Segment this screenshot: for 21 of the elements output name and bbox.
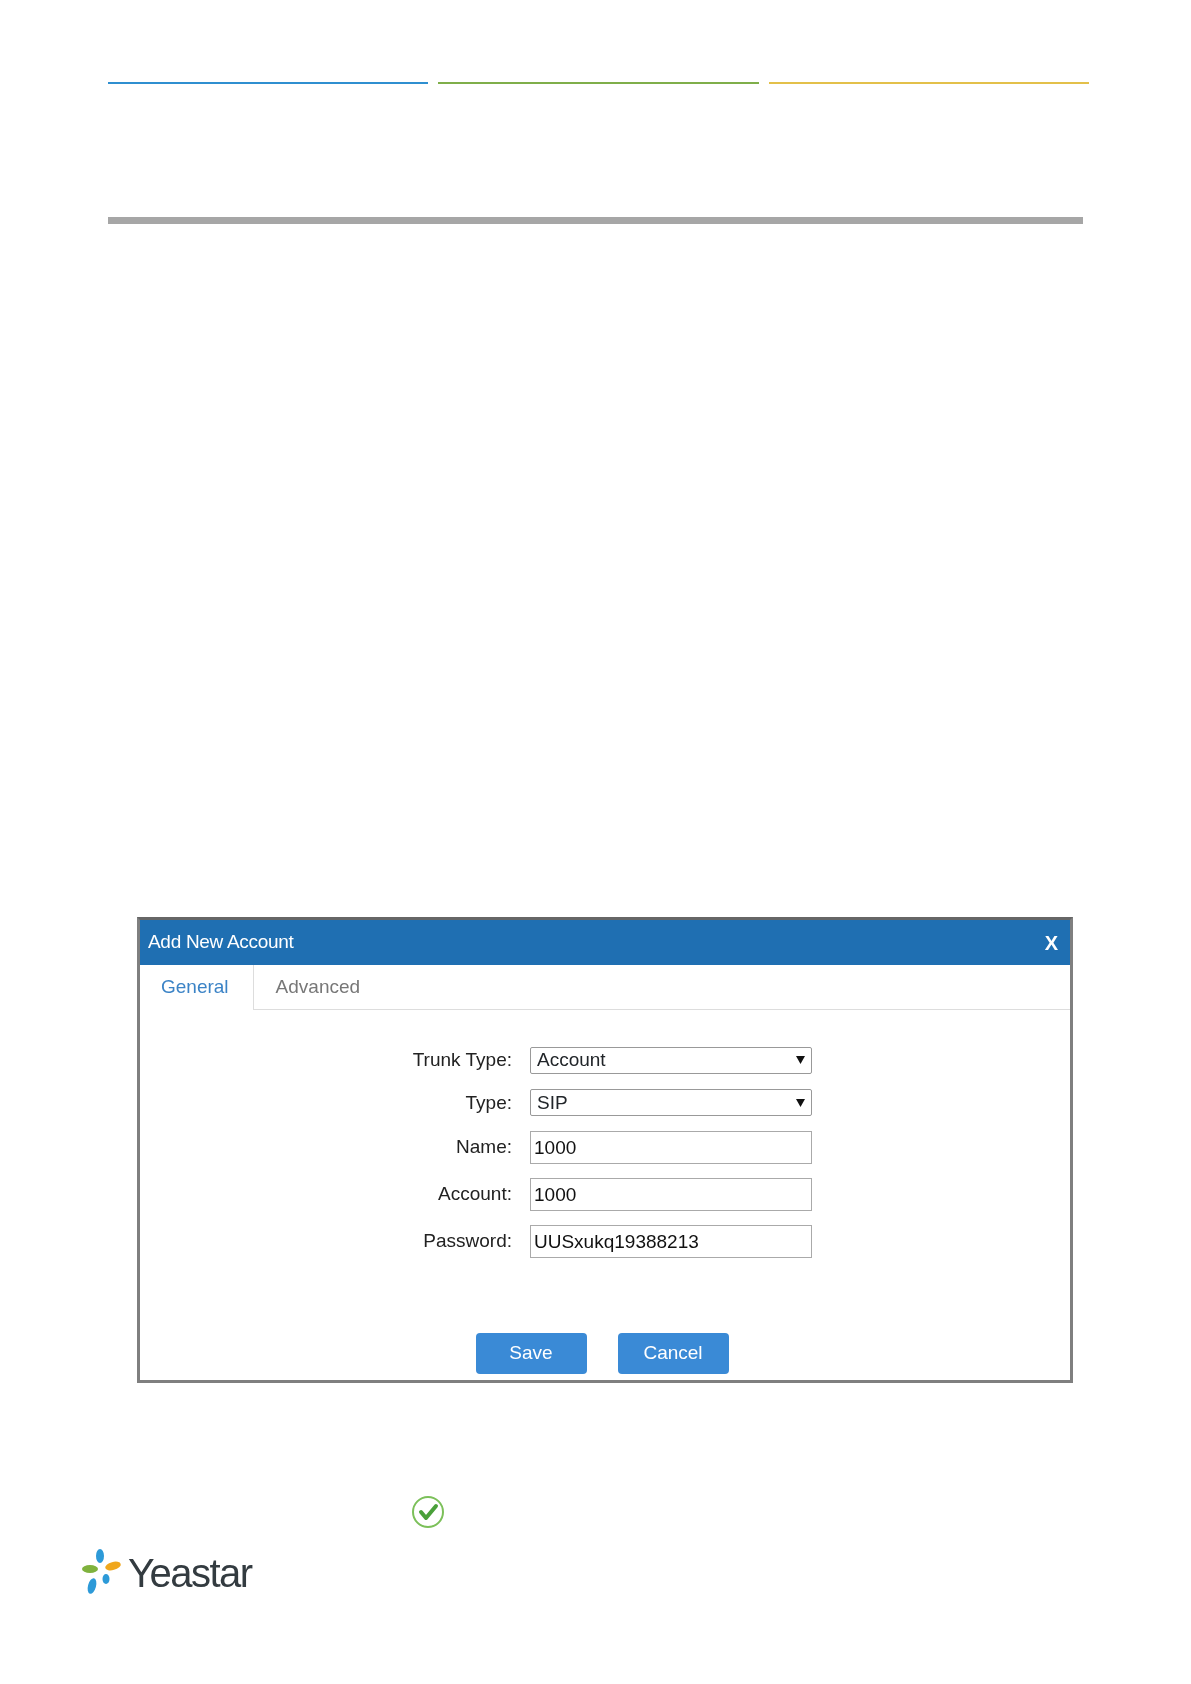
dropdown[interactable]: Account — [530, 1046, 812, 1074]
field-label: Password: — [422, 1229, 513, 1254]
dropdown-value: SIP — [537, 1090, 568, 1115]
dialog-title: Add New Account — [148, 930, 294, 955]
field-label: Type: — [464, 1090, 513, 1115]
field-label: Account: — [437, 1182, 513, 1207]
check-icon — [411, 1495, 445, 1529]
field-label: Name: — [455, 1135, 513, 1160]
dropdown-value: Account — [537, 1048, 606, 1072]
field-label: Trunk Type: — [411, 1048, 513, 1072]
logo-text: Yeastar — [128, 1550, 252, 1597]
caret-icon — [796, 1056, 805, 1065]
save-button[interactable]: Save — [475, 1333, 587, 1374]
tab[interactable]: General — [140, 965, 254, 1010]
input-field[interactable]: 1000 — [530, 1131, 812, 1164]
caret-icon — [796, 1098, 805, 1107]
close-button[interactable]: X — [1042, 927, 1060, 958]
input-field[interactable]: UUSxukq19388213 — [530, 1225, 812, 1258]
dropdown[interactable]: SIP — [530, 1089, 812, 1117]
input-field[interactable]: 1000 — [530, 1178, 812, 1211]
cancel-button[interactable]: Cancel — [617, 1333, 729, 1374]
